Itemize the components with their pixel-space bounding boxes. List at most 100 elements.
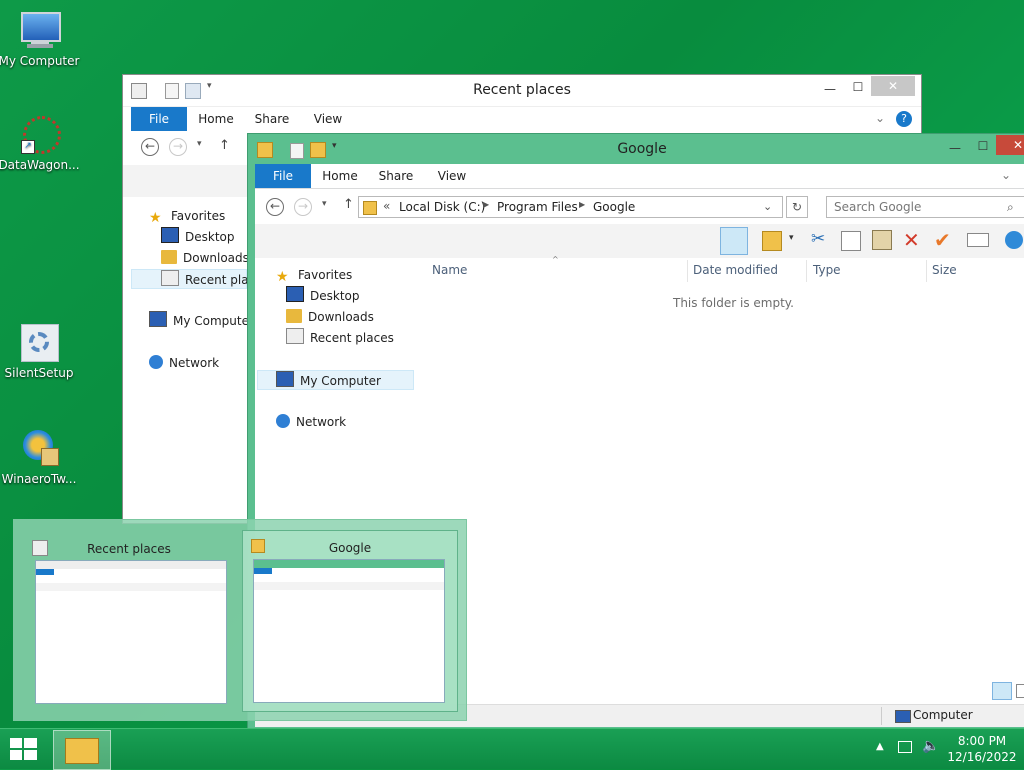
- close-button[interactable]: ✕: [996, 135, 1024, 155]
- network-tray-icon[interactable]: [898, 741, 912, 753]
- rename-icon[interactable]: [967, 233, 989, 247]
- back-button[interactable]: ←: [266, 198, 284, 216]
- nav-recent-places[interactable]: Recent place: [131, 269, 263, 289]
- address-prefix[interactable]: «: [383, 199, 390, 213]
- nav-network[interactable]: Network: [276, 412, 346, 432]
- titlebar[interactable]: ▾ Google — ☐ ✕: [248, 134, 1024, 164]
- nav-downloads[interactable]: Downloads: [161, 248, 249, 268]
- tab-share[interactable]: Share: [373, 164, 419, 188]
- nav-desktop[interactable]: Desktop: [286, 286, 360, 306]
- thumb-titlebar: [254, 560, 444, 568]
- search-input[interactable]: Search Google: [826, 196, 1024, 218]
- delete-icon[interactable]: ✕: [903, 228, 920, 252]
- preview-pane-icon[interactable]: [720, 227, 748, 255]
- address-bar[interactable]: « Local Disk (C:) ▶ Program Files ▶ Goog…: [358, 196, 783, 218]
- start-button[interactable]: [10, 738, 38, 762]
- preview-item-recent-places[interactable]: Recent places: [18, 524, 240, 714]
- computer-icon: [149, 311, 167, 327]
- help-icon[interactable]: ?: [896, 111, 912, 127]
- back-button[interactable]: ←: [141, 138, 159, 156]
- refresh-icon[interactable]: ↻: [786, 196, 808, 218]
- clock-date: 12/16/2022: [947, 750, 1017, 764]
- tab-view[interactable]: View: [305, 107, 351, 131]
- tab-share[interactable]: Share: [249, 107, 295, 131]
- tab-file[interactable]: File: [131, 107, 187, 131]
- ribbon-expand-icon[interactable]: ⌄: [1001, 168, 1011, 182]
- command-toolbar: ▾ ✂ ✕ ✔: [255, 224, 1024, 258]
- nav-my-computer[interactable]: My Computer: [149, 311, 254, 331]
- maximize-button[interactable]: ☐: [970, 136, 996, 156]
- folder-options-icon[interactable]: [762, 231, 782, 251]
- desktop-icon-label: WinaeroTw...: [1, 472, 77, 486]
- column-name[interactable]: Name: [432, 258, 467, 282]
- titlebar[interactable]: ▾ Recent places — ☐ ✕: [123, 75, 921, 105]
- breadcrumb-google[interactable]: Google: [593, 200, 635, 214]
- nav-my-computer[interactable]: My Computer: [257, 370, 414, 390]
- close-button[interactable]: ✕: [871, 76, 915, 96]
- navigation-bar: ← → ▾ ↑ « Local Disk (C:) ▶ Program File…: [255, 190, 1024, 224]
- desktop-icon-winaero[interactable]: WinaeroTw...: [0, 428, 81, 486]
- paste-icon[interactable]: [872, 230, 892, 250]
- nav-network[interactable]: Network: [149, 353, 219, 373]
- recent-places-icon: [161, 270, 179, 286]
- desktop-icon: [161, 227, 179, 243]
- breadcrumb-program-files[interactable]: Program Files: [497, 200, 578, 214]
- minimize-button[interactable]: —: [942, 138, 968, 158]
- file-explorer-icon: [65, 738, 99, 764]
- file-list[interactable]: ^ Name Date modified Type Size This fold…: [420, 255, 1024, 698]
- taskbar-file-explorer[interactable]: [53, 730, 111, 770]
- show-hidden-icons-icon[interactable]: ▲: [876, 741, 884, 752]
- tab-view[interactable]: View: [429, 164, 475, 188]
- desktop-icon-datawagon[interactable]: ↗ DataWagon...: [0, 114, 81, 172]
- up-arrow-icon[interactable]: ↑: [343, 197, 354, 212]
- desktop-icon-my-computer[interactable]: My Computer: [0, 10, 81, 68]
- globe-icon[interactable]: [1005, 231, 1023, 249]
- details-view-icon[interactable]: [992, 682, 1012, 700]
- recent-locations-icon[interactable]: ▾: [322, 199, 327, 209]
- recent-locations-icon[interactable]: ▾: [197, 139, 202, 149]
- volume-icon[interactable]: 🔈: [922, 738, 939, 754]
- star-icon: ★: [276, 269, 289, 285]
- maximize-button[interactable]: ☐: [845, 77, 871, 97]
- address-dropdown-icon[interactable]: ⌄: [763, 200, 772, 213]
- desktop-icon-label: My Computer: [0, 54, 80, 68]
- column-separator: [806, 260, 807, 282]
- cut-icon[interactable]: ✂: [811, 229, 825, 249]
- nav-desktop[interactable]: Desktop: [161, 227, 235, 247]
- minimize-button[interactable]: —: [817, 79, 843, 99]
- column-size[interactable]: Size: [932, 258, 957, 282]
- windows-logo-icon: [10, 738, 38, 762]
- preview-title: Google: [328, 541, 372, 555]
- desktop-icon: [286, 286, 304, 302]
- copy-icon[interactable]: [841, 231, 861, 251]
- search-icon[interactable]: ⌕: [1007, 200, 1014, 215]
- nav-recent-places[interactable]: Recent places: [286, 328, 394, 348]
- preview-item-google[interactable]: Google: [242, 530, 458, 712]
- breadcrumb-local-disk[interactable]: Local Disk (C:): [399, 200, 485, 214]
- tab-home[interactable]: Home: [193, 107, 239, 131]
- tab-home[interactable]: Home: [317, 164, 363, 188]
- nav-favorites[interactable]: ★ Favorites: [276, 265, 352, 285]
- nav-downloads[interactable]: Downloads: [286, 307, 374, 327]
- breadcrumb-separator-icon: ▶: [483, 200, 490, 209]
- forward-button[interactable]: →: [294, 198, 312, 216]
- checkmark-icon[interactable]: ✔: [934, 228, 951, 252]
- gear-icon: [17, 322, 61, 362]
- clock[interactable]: 8:00 PM 12/16/2022: [946, 733, 1018, 765]
- desktop-icon-silentsetup[interactable]: SilentSetup: [0, 322, 81, 380]
- preview-thumbnail[interactable]: [35, 560, 227, 704]
- empty-folder-message: This folder is empty.: [673, 296, 794, 310]
- tab-file[interactable]: File: [255, 164, 311, 188]
- chevron-down-icon[interactable]: ▾: [789, 233, 794, 243]
- large-icons-view-icon[interactable]: [1016, 684, 1024, 698]
- column-type[interactable]: Type: [813, 258, 841, 282]
- network-icon: [149, 355, 163, 369]
- forward-button[interactable]: →: [169, 138, 187, 156]
- up-arrow-icon[interactable]: ↑: [219, 138, 230, 153]
- column-date-modified[interactable]: Date modified: [693, 258, 778, 282]
- sort-indicator-icon: ^: [552, 255, 559, 264]
- nav-favorites[interactable]: ★ Favorites: [149, 206, 225, 226]
- preview-thumbnail[interactable]: [253, 559, 445, 703]
- window-title: Google: [617, 141, 667, 157]
- ribbon-expand-icon[interactable]: ⌄: [875, 111, 885, 125]
